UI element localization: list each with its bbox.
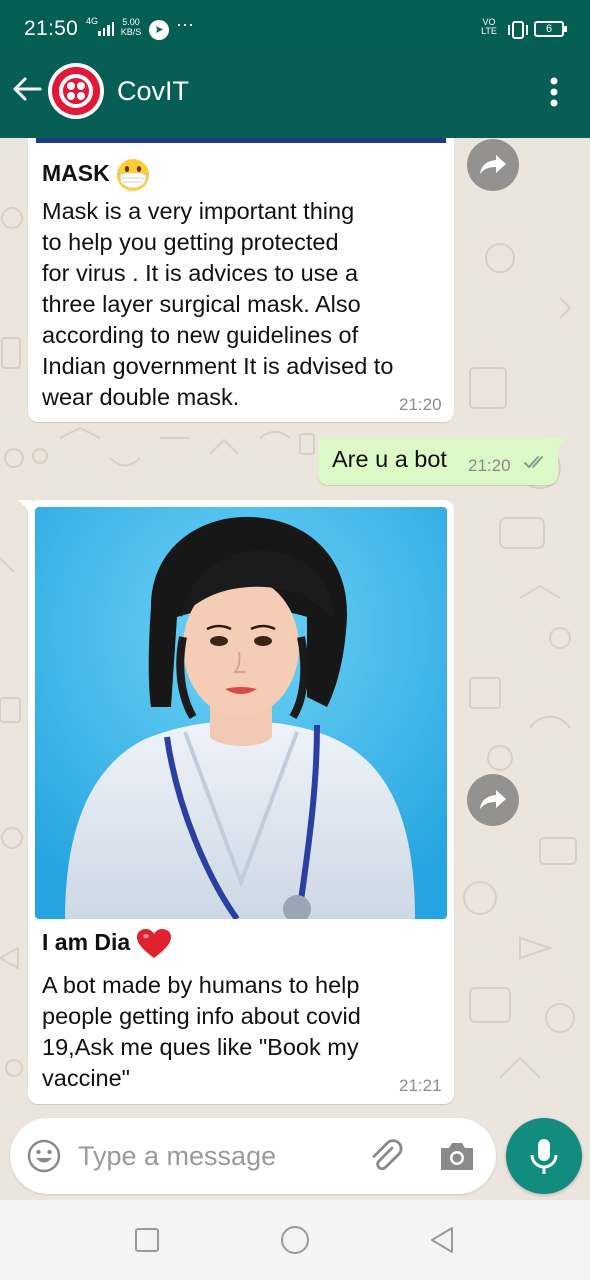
emoji-icon[interactable]: [26, 1138, 62, 1174]
chat-title[interactable]: CovIT: [117, 76, 189, 107]
message-bubble-incoming[interactable]: I am Dia A bot made by humans to help pe…: [18, 500, 454, 1104]
message-input[interactable]: [78, 1136, 358, 1176]
face-with-medical-mask-icon: [116, 159, 150, 191]
status-time: 21:50: [24, 17, 79, 40]
status-bar: 21:50 4G 5.00 KB/S ➤ ··· VO LTE 6: [0, 0, 590, 46]
arrow-left-icon[interactable]: [10, 72, 44, 106]
volte-indicator: VO LTE: [481, 17, 497, 36]
message-bubble-incoming[interactable]: MASK Mask is a very important thing to h…: [28, 138, 454, 422]
network-speed-unit: KB/S: [120, 27, 142, 37]
back-triangle-icon[interactable]: [426, 1224, 458, 1256]
doctor-portrait-image[interactable]: [35, 507, 447, 919]
red-heart-icon: [137, 929, 172, 958]
message-title: I am Dia: [42, 929, 131, 956]
double-tick-icon: [524, 456, 543, 469]
microphone-icon: [530, 1139, 558, 1174]
camera-icon[interactable]: [437, 1138, 477, 1174]
telegram-icon: ➤: [149, 20, 169, 40]
bubble-tail: [18, 500, 32, 514]
chat-header: CovIT: [0, 46, 590, 138]
network-type: 4G: [86, 16, 99, 26]
forward-icon[interactable]: [467, 774, 519, 826]
network-speed-value: 5.00: [122, 17, 140, 27]
message-composer: [10, 1118, 496, 1194]
message-title: MASK: [42, 160, 110, 187]
voice-message-button[interactable]: [506, 1118, 582, 1194]
paperclip-icon[interactable]: [366, 1136, 406, 1176]
forward-icon[interactable]: [467, 139, 519, 191]
message-media-edge: [36, 138, 446, 143]
recent-apps-icon[interactable]: [131, 1224, 163, 1256]
message-text: Mask is a very important thing to help y…: [42, 198, 394, 410]
twilio-logo-icon: [52, 67, 100, 115]
avatar[interactable]: [48, 63, 104, 119]
message-time: 21:20: [399, 395, 442, 414]
network-speed: 5.00 KB/S: [120, 17, 142, 37]
vibrate-icon: [508, 21, 528, 39]
bubble-tail: [554, 437, 568, 451]
status-overflow: ···: [176, 14, 194, 34]
battery-indicator: 6: [534, 21, 567, 37]
message-text: A bot made by humans to help people gett…: [42, 972, 361, 1091]
message-text: Are u a bot: [332, 446, 447, 472]
message-time: 21:21: [399, 1076, 442, 1095]
signal-icon: [98, 22, 114, 36]
message-title-row: I am Dia: [42, 928, 172, 960]
home-icon[interactable]: [279, 1224, 311, 1256]
chat-area[interactable]: MASK Mask is a very important thing to h…: [0, 138, 590, 1116]
message-bubble-outgoing[interactable]: Are u a bot 21:20: [318, 437, 568, 485]
message-time: 21:20: [468, 456, 511, 475]
message-title-row: MASK: [42, 158, 150, 192]
system-nav-bar: [0, 1200, 590, 1280]
more-vertical-icon[interactable]: [540, 74, 568, 110]
